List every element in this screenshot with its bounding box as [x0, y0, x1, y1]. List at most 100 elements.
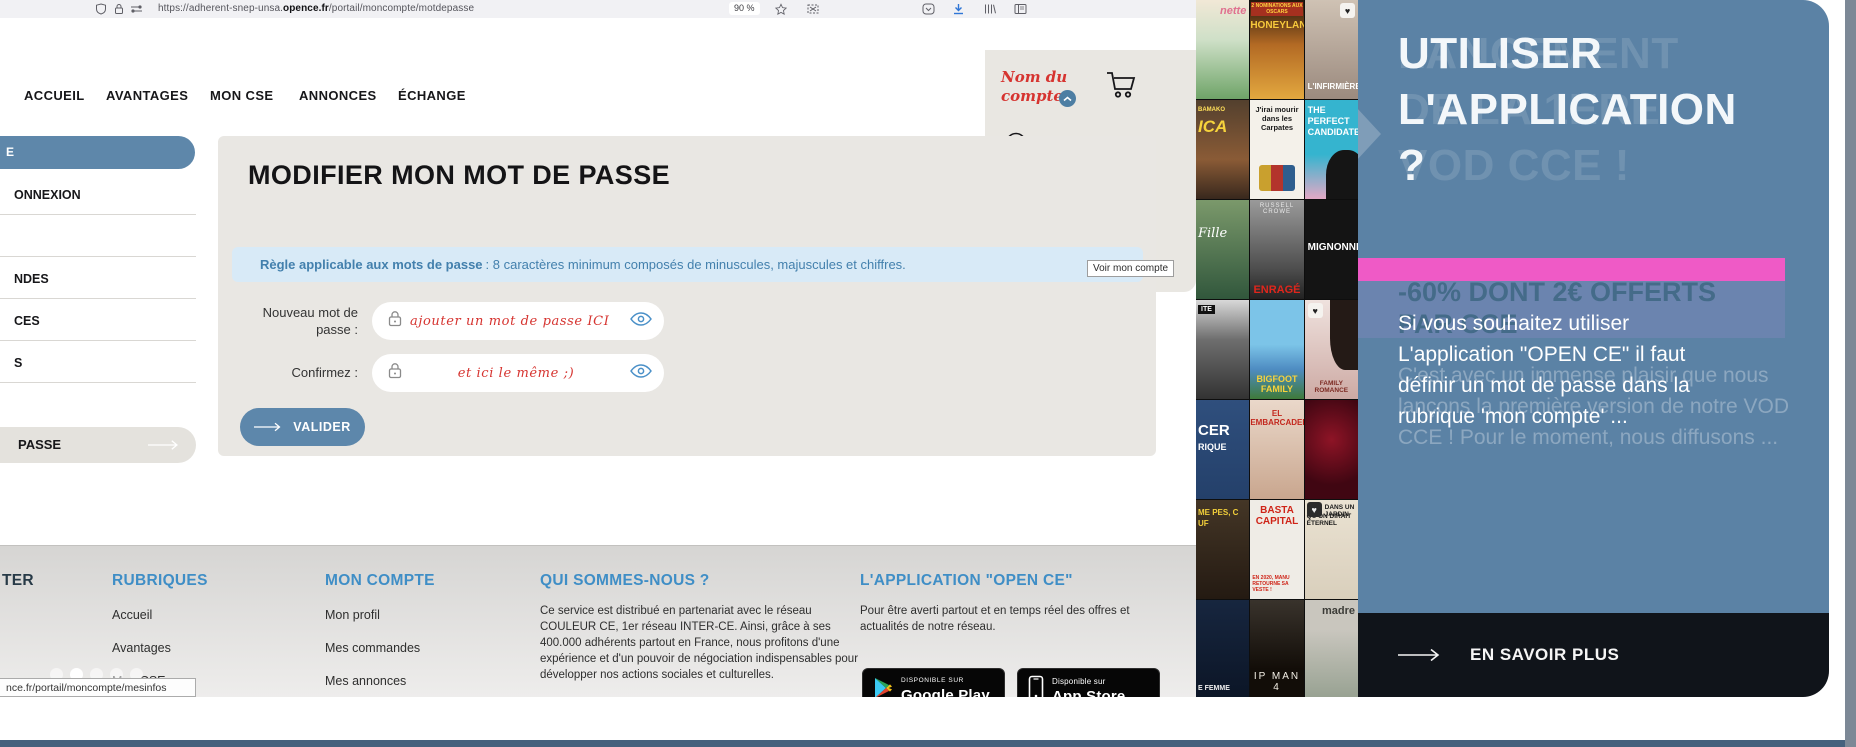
poster-title: E FEMME: [1198, 685, 1230, 692]
rule-label: Règle applicable aux mots de passe: [260, 257, 483, 272]
movie-poster: CER RIQUE: [1196, 400, 1250, 499]
bottom-accent-bar: [0, 740, 1845, 747]
poster-title: HONEYLAND: [1250, 20, 1304, 31]
sidebar-item-mot-de-passe[interactable]: PASSE: [0, 427, 196, 463]
cta-label: EN SAVOIR PLUS: [1470, 645, 1620, 664]
footer-link-commandes[interactable]: Mes commandes: [325, 641, 420, 655]
badge-small-text: Disponible sur: [1052, 676, 1106, 686]
footer-heading-app: L'APPLICATION "OPEN CE": [860, 572, 1073, 589]
google-play-icon: [873, 677, 893, 697]
library-icon[interactable]: [983, 3, 996, 15]
movie-poster: Fille: [1196, 200, 1250, 299]
movie-poster: 2 NOMINATIONS AUX OSCARS HONEYLAND: [1250, 0, 1304, 99]
sidebar-item-annonces[interactable]: CES: [14, 314, 40, 328]
status-bar-link-preview: nce.fr/portail/moncompte/mesinfos: [0, 678, 196, 697]
title-line: ?: [1398, 141, 1426, 190]
favorite-heart-icon[interactable]: [1339, 3, 1355, 18]
poster-title: BIGFOOT FAMILY: [1256, 374, 1298, 394]
lock-icon: [388, 362, 402, 384]
confirm-password-field[interactable]: [372, 354, 664, 392]
shield-icon[interactable]: [95, 3, 107, 15]
download-icon[interactable]: [952, 3, 964, 15]
movie-poster: ITE: [1196, 300, 1250, 399]
sidebar-item-infos[interactable]: S: [14, 356, 22, 370]
page-viewport: ACCUEIL AVANTAGES MON CSE ANNONCES ÉCHAN…: [0, 18, 1196, 697]
poster-title: J'irai mourir dans les Carpates: [1255, 105, 1299, 132]
movie-poster: madre: [1304, 600, 1358, 697]
movie-poster: [1304, 400, 1358, 499]
arrow-right-icon: [254, 422, 281, 432]
movie-poster: MIGNONNES: [1304, 200, 1358, 299]
title-line: L'APPLICATION: [1398, 85, 1737, 134]
nav-echange[interactable]: ÉCHANGE: [398, 88, 466, 103]
sidebar-active-section-pill[interactable]: E: [0, 136, 195, 169]
footer-heading-qui: QUI SOMMES-NOUS ?: [540, 572, 710, 589]
movie-poster: IP MAN 4: [1250, 600, 1304, 697]
poster-title: ITE: [1198, 305, 1215, 314]
sidebar-item-connexion[interactable]: ONNEXION: [14, 188, 81, 202]
poster-title: ENRAGÉ: [1253, 284, 1301, 296]
poster-title: ME PES, C UF: [1198, 508, 1239, 528]
poster-subtext: 2 NOMINATIONS AUX OSCARS: [1251, 2, 1303, 16]
cart-icon[interactable]: [1105, 70, 1139, 105]
poster-title: THE PERFECT CANDIDATE: [1307, 105, 1358, 137]
url-bar[interactable]: https://adherent-snep-unsa.opence.fr/por…: [158, 3, 474, 14]
pocket-icon[interactable]: [922, 3, 935, 15]
new-password-input[interactable]: [408, 312, 624, 330]
slide-title: UTILISER L'APPLICATION ?: [1398, 26, 1737, 194]
sidebar-toggle-icon[interactable]: [1014, 3, 1027, 15]
new-password-label: Nouveau mot de passe :: [262, 305, 358, 337]
favorite-heart-icon[interactable]: [1306, 502, 1322, 517]
password-rule-box: Règle applicable aux mots de passe : 8 c…: [232, 247, 1143, 282]
footer-heading-rubriques: RUBRIQUES: [112, 572, 208, 589]
url-prefix: https://adherent-snep-unsa.: [158, 3, 283, 14]
google-play-badge[interactable]: DISPONIBLE SUR Google Play: [862, 668, 1005, 697]
permissions-icon[interactable]: [130, 3, 142, 15]
divider: [0, 256, 196, 257]
footer-link-annonces[interactable]: Mes annonces: [325, 674, 406, 688]
nav-annonces[interactable]: ANNONCES: [299, 88, 377, 103]
nav-mon-cse[interactable]: MON CSE: [210, 88, 273, 103]
screenshot-icon[interactable]: [806, 3, 819, 15]
footer-heading-contact: TER: [2, 572, 34, 589]
movie-poster: J'irai mourir dans les Carpates: [1250, 100, 1304, 199]
promo-slide-panel: LANCEMENT DE LA 1ERE VOD CCE ! UTILISER …: [1358, 0, 1829, 613]
footer-link-profil[interactable]: Mon profil: [325, 608, 380, 622]
footer-heading-compte: MON COMPTE: [325, 572, 435, 589]
favorite-heart-icon[interactable]: [1307, 303, 1323, 318]
lock-icon[interactable]: [113, 3, 125, 15]
chevron-up-icon[interactable]: [1059, 90, 1076, 107]
movie-poster: BIGFOOT FAMILY: [1250, 300, 1304, 399]
link-tooltip: Voir mon compte: [1087, 260, 1175, 277]
lock-icon: [388, 310, 402, 332]
app-store-badge[interactable]: Disponible sur App Store: [1017, 668, 1160, 697]
zoom-level[interactable]: 90 %: [729, 2, 760, 15]
page-bottom-gap: [0, 697, 1829, 740]
title-line: UTILISER: [1398, 29, 1603, 78]
divider: [0, 298, 196, 299]
poster-title: MIGNONNES: [1307, 241, 1358, 253]
movie-poster: EL EMBARCADERO: [1250, 400, 1304, 499]
sidebar-item-commandes[interactable]: NDES: [14, 272, 49, 286]
nav-avantages[interactable]: AVANTAGES: [106, 88, 188, 103]
new-password-field[interactable]: [372, 302, 664, 340]
en-savoir-plus-button[interactable]: EN SAVOIR PLUS: [1358, 613, 1829, 697]
submit-button[interactable]: VALIDER: [240, 408, 365, 446]
confirm-password-input[interactable]: [408, 364, 624, 382]
bookmark-star-icon[interactable]: [775, 3, 787, 15]
slide-notch-arrow-icon: [1358, 108, 1381, 160]
movie-poster: E FEMME: [1196, 600, 1250, 697]
footer-link-avantages[interactable]: Avantages: [112, 641, 171, 655]
poster-title: ICA: [1198, 117, 1228, 136]
footer-app-text: Pour être averti partout et en temps rée…: [860, 605, 1130, 633]
arrow-right-icon: [1398, 648, 1440, 662]
footer-link-accueil[interactable]: Accueil: [112, 608, 152, 622]
movie-poster: DANS UN JARDIN QU'ON DIRAIT ÉTERNEL: [1304, 500, 1358, 599]
poster-title: BASTA CAPITAL: [1255, 505, 1299, 527]
url-path: /portail/moncompte/motdepasse: [328, 3, 475, 14]
window-scrollbar[interactable]: [1845, 0, 1856, 747]
eye-icon[interactable]: [630, 311, 652, 331]
eye-icon[interactable]: [630, 363, 652, 383]
nav-accueil[interactable]: ACCUEIL: [24, 88, 85, 103]
submit-label: VALIDER: [293, 420, 351, 434]
